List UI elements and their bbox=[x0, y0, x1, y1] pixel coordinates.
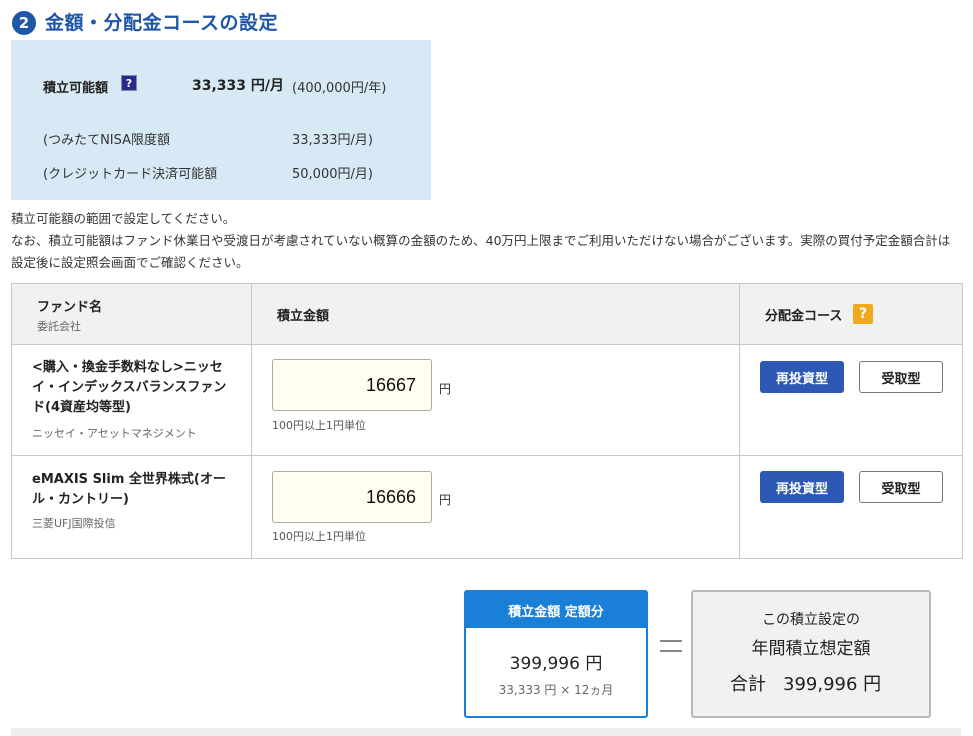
help-icon[interactable]: ? bbox=[121, 75, 137, 91]
reinvest-button[interactable]: 再投資型 bbox=[760, 361, 844, 393]
fixed-amount-box: 積立金額 定額分 399,996 円 33,333 円 × 12ヵ月 bbox=[464, 590, 648, 718]
amount-hint: 100円以上1円単位 bbox=[272, 419, 366, 432]
available-monthly-value: 33,333 円/月 bbox=[192, 78, 285, 94]
fund-company-header: 委託会社 bbox=[37, 320, 81, 333]
fund-company: 三菱UFJ国際投信 bbox=[32, 517, 116, 530]
table-row: <購入・換金手数料なし>ニッセイ・インデックスバランスファンド(4資産均等型) … bbox=[12, 345, 962, 455]
course-help-icon[interactable]: ? bbox=[853, 304, 873, 324]
receive-button[interactable]: 受取型 bbox=[859, 471, 943, 503]
footer-bar bbox=[11, 728, 961, 736]
annual-total-value: 399,996 円 bbox=[783, 674, 882, 695]
available-yearly-value: (400,000円/年) bbox=[292, 81, 387, 96]
card-limit-label: (クレジットカード決済可能額 bbox=[43, 167, 218, 182]
nisa-limit-value: 33,333円/月) bbox=[292, 133, 373, 148]
fund-name: <購入・換金手数料なし>ニッセイ・インデックスバランスファンド(4資産均等型) bbox=[32, 360, 227, 415]
annual-total-box: この積立設定の 年間積立想定額 合計 399,996 円 bbox=[691, 590, 931, 718]
nisa-limit-label: (つみたてNISA限度額 bbox=[43, 133, 171, 148]
receive-button[interactable]: 受取型 bbox=[859, 361, 943, 393]
section-title: 金額・分配金コースの設定 bbox=[45, 12, 279, 34]
amount-input[interactable] bbox=[272, 359, 432, 411]
fixed-amount-title: 積立金額 定額分 bbox=[466, 592, 646, 628]
reinvest-button[interactable]: 再投資型 bbox=[760, 471, 844, 503]
fund-company: ニッセイ・アセットマネジメント bbox=[32, 427, 197, 440]
table-header: ファンド名 委託会社 積立金額 分配金コース ? bbox=[12, 284, 962, 345]
annual-caption-1: この積立設定の bbox=[762, 612, 860, 628]
table-row: eMAXIS Slim 全世界株式(オール・カントリー) 三菱UFJ国際投信 円… bbox=[12, 456, 962, 558]
equals-icon bbox=[660, 640, 682, 660]
amount-header: 積立金額 bbox=[277, 309, 330, 324]
yen-unit: 円 bbox=[439, 493, 452, 507]
course-header: 分配金コース bbox=[765, 309, 843, 324]
fixed-amount-total: 399,996 円 bbox=[509, 654, 603, 674]
amount-input[interactable] bbox=[272, 471, 432, 523]
notes-line-2: なお、積立可能額はファンド休業日や受渡日が考慮されていない概算の金額のため、40… bbox=[11, 233, 951, 270]
fixed-amount-detail: 33,333 円 × 12ヵ月 bbox=[498, 683, 614, 697]
fund-name: eMAXIS Slim 全世界株式(オール・カントリー) bbox=[32, 472, 226, 507]
amount-hint: 100円以上1円単位 bbox=[272, 530, 366, 543]
available-amount-label: 積立可能額 bbox=[43, 81, 109, 96]
card-limit-value: 50,000円/月) bbox=[292, 167, 373, 182]
notes-line-1: 積立可能額の範囲で設定してください。 bbox=[11, 211, 236, 226]
annual-total-label: 合計 bbox=[730, 674, 766, 695]
available-amount-panel: 積立可能額 ? 33,333 円/月 (400,000円/年) (つみたてNIS… bbox=[11, 40, 431, 200]
yen-unit: 円 bbox=[439, 382, 452, 396]
fund-name-header: ファンド名 bbox=[37, 300, 103, 315]
fund-table: ファンド名 委託会社 積立金額 分配金コース ? <購入・換金手数料なし>ニッセ… bbox=[11, 283, 963, 559]
annual-caption-2: 年間積立想定額 bbox=[751, 639, 871, 659]
step-number-badge: 2 bbox=[12, 11, 36, 35]
